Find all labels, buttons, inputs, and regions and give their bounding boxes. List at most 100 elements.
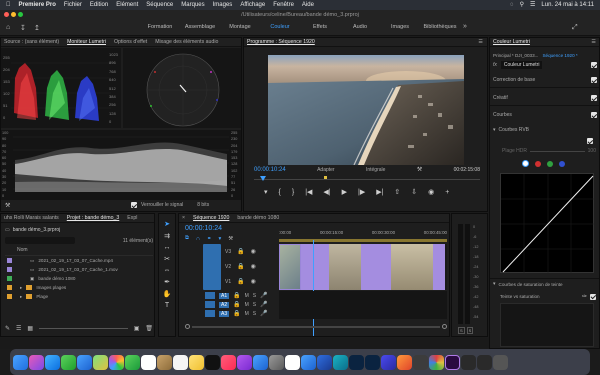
creative-checkbox[interactable] [591,95,597,101]
microphone-icon[interactable]: 🎤 [260,310,267,317]
hand-tool-icon[interactable]: ✋ [163,290,172,298]
microphone-icon[interactable]: 🎤 [260,301,267,308]
tab-couleur[interactable]: Couleur [260,24,300,30]
hdr-range-slider[interactable] [530,150,585,152]
wrench-icon[interactable]: ⚒ [5,202,10,209]
menu-fenetre[interactable]: Fenêtre [273,2,294,8]
menu-sequence[interactable]: Séquence [146,2,173,8]
lock-icon[interactable]: 🔒 [237,248,244,255]
track-name[interactable]: A2 [219,301,230,308]
menu-affichage[interactable]: Affichage [240,2,265,8]
textedit-icon[interactable] [285,354,300,370]
eye-icon[interactable]: ◉ [251,278,256,285]
menu-edition[interactable]: Edition [90,2,108,8]
tab-source[interactable]: Source : (sans élément) [4,39,59,45]
list-item[interactable]: ▸ Plage [5,292,153,301]
program-monitor-title[interactable]: Programme : Séquence 1920 [247,39,315,45]
extract-icon[interactable]: ⇩ [411,188,417,196]
zoom-slider[interactable] [39,328,128,329]
menubar-clock[interactable]: Lun. 24 mai à 14:11 [541,2,594,8]
selection-tool-icon[interactable]: ➤ [164,220,170,228]
home-icon[interactable]: ⌂ [6,24,10,31]
basic-correction-checkbox[interactable] [591,77,597,83]
tab-audio[interactable]: Audio [340,24,380,30]
app-store-icon[interactable] [253,354,268,370]
section-curves[interactable]: Courbes [493,112,597,118]
list-item[interactable]: ▣ bande démo 1080 [5,274,153,283]
fit-dropdown[interactable]: Adapter [317,167,335,173]
audio-tracks-area[interactable] [279,291,447,319]
clamp-signal-checkbox[interactable] [131,202,137,208]
maps-icon[interactable] [93,354,108,370]
ripple-edit-tool-icon[interactable]: ↔ [164,244,171,251]
facetime-icon[interactable] [125,354,140,370]
folder-downloads-icon[interactable] [461,354,476,370]
source-patch-a3[interactable] [205,310,215,317]
rgb-curve-editor[interactable] [500,173,595,274]
nest-icon[interactable]: ⧉ [185,235,189,242]
apple-icon[interactable]:  [6,2,11,8]
tab-media-browser[interactable]: uhs Rolli Marais salants [4,215,59,221]
mute-button[interactable]: M [245,302,249,308]
lock-icon[interactable]: 🔒 [233,301,240,308]
timeline-timecode[interactable]: 00:00:10:24 [185,225,222,232]
program-scrubber[interactable] [254,176,480,182]
mute-button[interactable]: M [245,293,249,299]
section-basic-correction[interactable]: Correction de base [493,77,597,83]
hue-vs-sat-editor[interactable] [500,303,594,347]
track-name[interactable]: A3 [219,310,230,317]
step-back-icon[interactable]: ◀| [323,188,330,196]
lift-icon[interactable]: ⇧ [394,188,400,196]
word-icon[interactable] [317,354,332,370]
expand-icon[interactable]: ⤢ [572,24,578,32]
mute-button[interactable]: M [245,311,249,317]
mail-icon[interactable] [77,354,92,370]
source-patch-a1[interactable] [205,292,215,299]
video-clip[interactable] [329,244,361,290]
scroll-handle-left[interactable] [185,324,190,329]
lock-icon[interactable]: 🔒 [237,278,244,285]
solo-right-button[interactable]: S [466,327,474,334]
work-area-bar[interactable] [279,239,447,242]
icon-view-icon[interactable]: ▦ [27,325,33,332]
list-item[interactable]: ▭ 2021_02_19_17_03_07_Cache.mp4 [5,256,153,265]
scroll-track[interactable] [192,325,440,328]
video-clip[interactable] [433,244,445,290]
preview-icon[interactable] [413,354,428,370]
lock-icon[interactable]: 🔒 [237,263,244,270]
tab-sequence-1920[interactable]: Séquence 1920 [193,215,229,221]
camera-icon[interactable]: ◉ [428,188,434,196]
section-creative[interactable]: Créatif [493,95,597,101]
trash-icon[interactable]: 🗑 [145,325,153,332]
music-icon[interactable] [221,354,236,370]
bridge-icon[interactable] [349,354,364,370]
hue-sat-curves-header[interactable]: ▾ Courbes de saturation de teinte [493,281,563,287]
slip-tool-icon[interactable]: ⇔ [164,267,171,274]
hue-vs-sat-checkbox[interactable] [590,293,596,300]
snap-icon[interactable]: ∩ [196,236,200,242]
curves-checkbox[interactable] [591,112,597,118]
add-marker-icon[interactable]: ▾ [264,188,268,196]
new-item-icon[interactable]: ▣ [134,325,140,332]
marker-icon[interactable] [324,176,327,179]
lock-icon[interactable]: 🔒 [233,310,240,317]
menu-element[interactable]: Elément [116,2,138,8]
list-view-icon[interactable]: ☰ [16,325,21,332]
rgb-curves-checkbox[interactable] [587,138,593,144]
pen-tool-icon[interactable]: ✒ [164,278,170,286]
playhead-icon[interactable] [260,176,266,181]
go-to-in-icon[interactable]: |◀ [305,188,312,196]
tab-project[interactable]: Projet : bande démo_3 [67,215,120,221]
track-name[interactable]: V3 [225,249,231,255]
menu-app[interactable]: Premiere Pro [19,2,56,8]
solo-button[interactable]: S [253,302,256,308]
tab-lumetri-monitor[interactable]: Moniteur Lumetri [67,39,106,45]
eye-icon[interactable]: ◉ [251,263,256,270]
eyedropper-icon[interactable]: ✑ [582,293,587,300]
video-clip[interactable] [279,244,301,290]
lock-icon[interactable]: 🔒 [233,292,240,299]
wrench-icon[interactable]: ⚒ [228,236,233,242]
keynote-icon[interactable] [301,354,316,370]
fx-select[interactable]: Couleur Lumetri [500,61,543,69]
microphone-icon[interactable]: 🎤 [260,292,267,299]
